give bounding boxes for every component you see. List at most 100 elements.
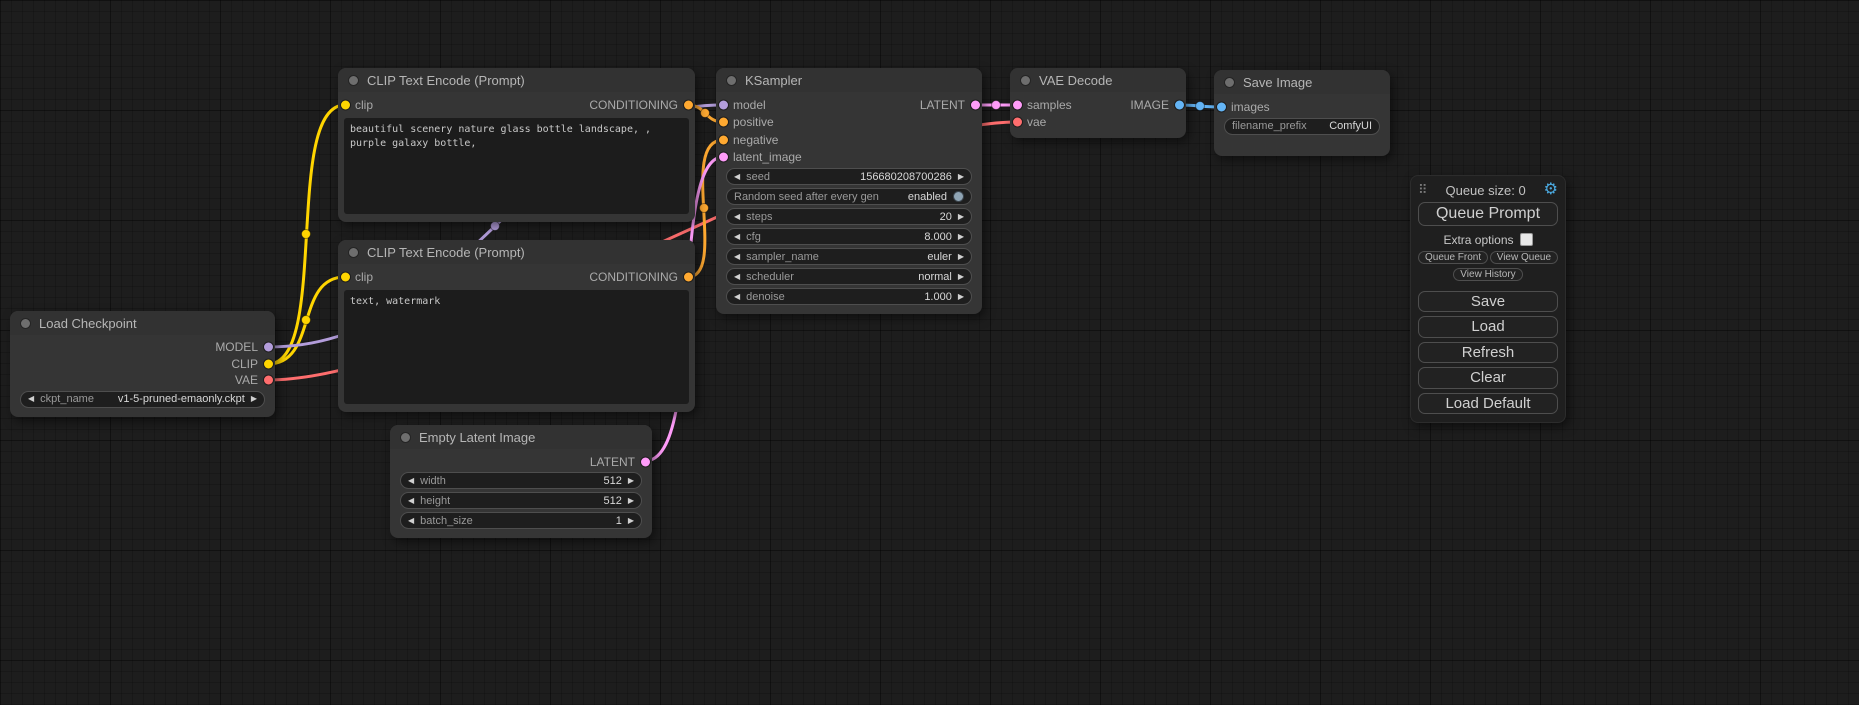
node-ksampler[interactable]: KSampler model LATENT positive negative … [716,68,982,314]
increment-icon[interactable]: ▶ [251,395,257,403]
widget-random-seed-toggle[interactable]: Random seed after every gen enabled [726,188,972,205]
increment-icon[interactable]: ▶ [958,293,964,301]
node-title-bar[interactable]: Load Checkpoint [10,311,275,335]
node-vae-decode[interactable]: VAE Decode samples IMAGE vae [1010,68,1186,138]
increment-icon[interactable]: ▶ [628,517,634,525]
widget-sampler-name[interactable]: ◀ sampler_name euler ▶ [726,248,972,265]
link-midpoint-dot [1196,102,1205,111]
input-slot-clip[interactable] [341,100,350,109]
node-clip-text-encode-negative[interactable]: CLIP Text Encode (Prompt) clip CONDITION… [338,240,695,412]
node-status-dot-icon [348,75,359,86]
input-slot-latent-image[interactable] [719,153,728,162]
output-slot-vae[interactable] [264,376,273,385]
settings-gear-icon[interactable]: ⚙ [1544,182,1558,198]
save-button[interactable]: Save [1418,291,1558,312]
output-slot-clip[interactable] [264,359,273,368]
load-default-button[interactable]: Load Default [1418,393,1558,414]
clear-button[interactable]: Clear [1418,367,1558,388]
decrement-icon[interactable]: ◀ [734,233,740,241]
output-label-conditioning: CONDITIONING [589,98,678,112]
input-label-latent-image: latent_image [733,150,802,164]
decrement-icon[interactable]: ◀ [734,253,740,261]
wire-clip-to-positive-prompt [268,105,345,364]
decrement-icon[interactable]: ◀ [408,477,414,485]
queue-panel[interactable]: ⠿ Queue size: 0 ⚙ Queue Prompt Extra opt… [1410,175,1566,423]
extra-options-checkbox[interactable] [1520,233,1533,246]
input-slot-clip[interactable] [341,272,350,281]
input-label-vae: vae [1027,115,1046,129]
link-midpoint-dot [302,316,311,325]
node-status-dot-icon [400,432,411,443]
refresh-button[interactable]: Refresh [1418,342,1558,363]
widget-batch-size[interactable]: ◀ batch_size 1 ▶ [400,512,642,529]
input-label-samples: samples [1027,98,1072,112]
output-slot-latent[interactable] [971,100,980,109]
output-label-conditioning: CONDITIONING [589,270,678,284]
widget-seed[interactable]: ◀ seed 156680208700286 ▶ [726,168,972,185]
prompt-textarea[interactable]: text, watermark [344,290,689,404]
widget-filename-prefix[interactable]: filename_prefix ComfyUI [1224,118,1380,135]
output-label-image: IMAGE [1130,98,1169,112]
node-status-dot-icon [1020,75,1031,86]
node-title-bar[interactable]: CLIP Text Encode (Prompt) [338,240,695,264]
node-load-checkpoint[interactable]: Load Checkpoint MODEL CLIP VAE ◀ ckpt_na… [10,311,275,417]
output-slot-latent[interactable] [641,457,650,466]
node-title-bar[interactable]: KSampler [716,68,982,92]
queue-prompt-button[interactable]: Queue Prompt [1418,202,1558,225]
graph-canvas[interactable]: Load Checkpoint MODEL CLIP VAE ◀ ckpt_na… [0,0,1859,705]
output-slot-image[interactable] [1175,100,1184,109]
view-history-button[interactable]: View History [1453,268,1522,281]
decrement-icon[interactable]: ◀ [734,293,740,301]
drag-handle-icon[interactable]: ⠿ [1418,182,1428,198]
node-status-dot-icon [1224,77,1235,88]
node-title: CLIP Text Encode (Prompt) [367,245,525,260]
node-clip-text-encode-positive[interactable]: CLIP Text Encode (Prompt) clip CONDITION… [338,68,695,222]
input-slot-positive[interactable] [719,118,728,127]
node-save-image[interactable]: Save Image images filename_prefix ComfyU… [1214,70,1390,156]
load-button[interactable]: Load [1418,316,1558,337]
output-slot-conditioning[interactable] [684,272,693,281]
node-title-bar[interactable]: CLIP Text Encode (Prompt) [338,68,695,92]
widget-scheduler[interactable]: ◀ scheduler normal ▶ [726,268,972,285]
input-slot-vae[interactable] [1013,118,1022,127]
decrement-icon[interactable]: ◀ [734,273,740,281]
widget-height[interactable]: ◀ height 512 ▶ [400,492,642,509]
extra-options-label: Extra options [1443,233,1513,247]
node-title-bar[interactable]: VAE Decode [1010,68,1186,92]
output-slot-model[interactable] [264,343,273,352]
increment-icon[interactable]: ▶ [958,233,964,241]
decrement-icon[interactable]: ◀ [28,395,34,403]
widget-ckpt-name[interactable]: ◀ ckpt_name v1-5-pruned-emaonly.ckpt ▶ [20,391,265,408]
toggle-dot-icon[interactable] [953,191,964,202]
input-slot-negative[interactable] [719,135,728,144]
increment-icon[interactable]: ▶ [958,253,964,261]
queue-front-button[interactable]: Queue Front [1418,251,1488,264]
increment-icon[interactable]: ▶ [628,497,634,505]
decrement-icon[interactable]: ◀ [734,173,740,181]
widget-cfg[interactable]: ◀ cfg 8.000 ▶ [726,228,972,245]
node-title: KSampler [745,73,802,88]
prompt-textarea[interactable]: beautiful scenery nature glass bottle la… [344,118,689,214]
wire-clip-to-negative-prompt [268,277,345,364]
widget-steps[interactable]: ◀ steps 20 ▶ [726,208,972,225]
decrement-icon[interactable]: ◀ [734,213,740,221]
output-slot-conditioning[interactable] [684,100,693,109]
decrement-icon[interactable]: ◀ [408,497,414,505]
widget-denoise[interactable]: ◀ denoise 1.000 ▶ [726,288,972,305]
increment-icon[interactable]: ▶ [628,477,634,485]
widget-width[interactable]: ◀ width 512 ▶ [400,472,642,489]
node-title-bar[interactable]: Save Image [1214,70,1390,94]
increment-icon[interactable]: ▶ [958,273,964,281]
node-title-bar[interactable]: Empty Latent Image [390,425,652,449]
input-slot-images[interactable] [1217,102,1226,111]
input-slot-samples[interactable] [1013,100,1022,109]
increment-icon[interactable]: ▶ [958,213,964,221]
input-slot-model[interactable] [719,100,728,109]
node-title: Empty Latent Image [419,430,535,445]
node-title: CLIP Text Encode (Prompt) [367,73,525,88]
decrement-icon[interactable]: ◀ [408,517,414,525]
view-queue-button[interactable]: View Queue [1490,251,1558,264]
link-midpoint-dot [700,204,709,213]
increment-icon[interactable]: ▶ [958,173,964,181]
node-empty-latent-image[interactable]: Empty Latent Image LATENT ◀ width 512 ▶ … [390,425,652,538]
